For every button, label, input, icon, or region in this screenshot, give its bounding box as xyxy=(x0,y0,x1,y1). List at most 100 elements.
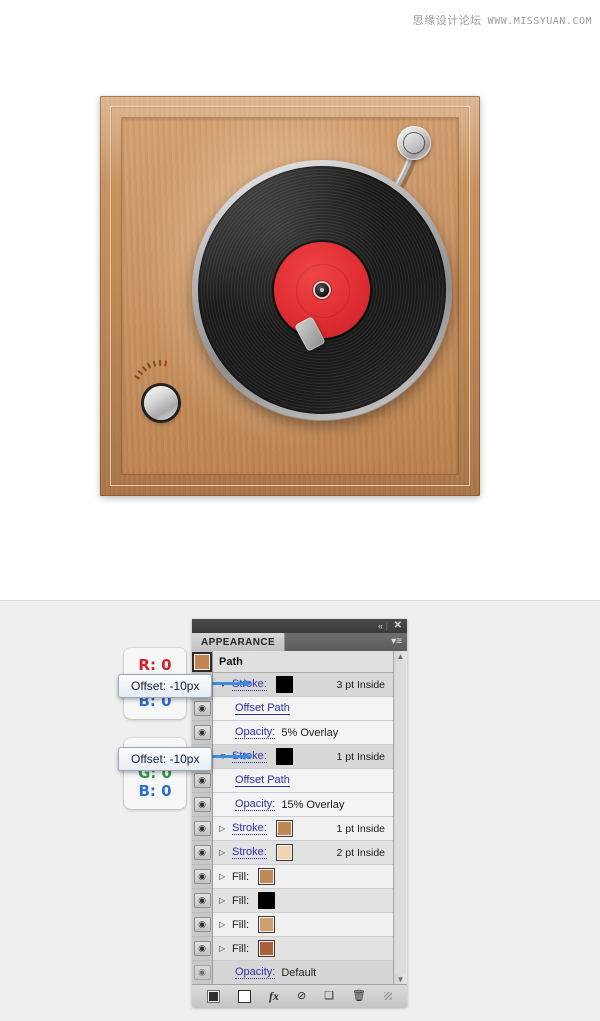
disclosure-closed-icon[interactable]: ▷ xyxy=(219,872,229,881)
appearance-row[interactable]: ▷ Stroke: 2 pt Inside xyxy=(213,841,393,866)
appearance-row-label[interactable]: Stroke: xyxy=(232,846,267,860)
visibility-toggle[interactable]: ◉ xyxy=(192,961,212,986)
appearance-row[interactable]: ▷ Fill: xyxy=(213,889,393,914)
close-icon[interactable]: ✕ xyxy=(394,620,402,631)
watermark-url: WWW.MISSYUAN.COM xyxy=(487,16,592,27)
appearance-row-inline-value: 15% Overlay xyxy=(281,798,345,811)
disclosure-closed-icon[interactable]: ▷ xyxy=(219,824,229,833)
visibility-toggle[interactable]: ◉ xyxy=(192,937,212,962)
appearance-row-label[interactable]: Offset Path xyxy=(235,774,290,788)
color-swatch[interactable] xyxy=(258,916,276,934)
appearance-row-label[interactable]: Fill: xyxy=(232,871,249,883)
panel-menu-icon[interactable]: ▾≡ xyxy=(391,636,402,647)
color-swatch[interactable] xyxy=(275,820,293,838)
eye-glyph: ◉ xyxy=(198,871,206,882)
panel-scrollbar[interactable]: ▲ ▼ xyxy=(393,651,407,985)
appearance-row-label[interactable]: Opacity: xyxy=(235,798,276,812)
appearance-row[interactable]: Opacity: 15% Overlay xyxy=(213,793,393,818)
appearance-target-row[interactable]: Path xyxy=(213,651,393,674)
duplicate-item-button[interactable]: ❑ xyxy=(324,990,334,1002)
fx-icon: fx xyxy=(268,989,279,1003)
visibility-toggle[interactable]: ◉ xyxy=(192,721,212,746)
appearance-row-label[interactable]: Fill: xyxy=(232,919,249,931)
turntable-inner-panel xyxy=(122,118,458,474)
visibility-toggle[interactable]: ◉ xyxy=(192,865,212,890)
appearance-row[interactable]: ▷ Fill: xyxy=(213,865,393,890)
eye-icon[interactable]: ◉ xyxy=(193,917,211,933)
appearance-row-label[interactable]: Fill: xyxy=(232,943,249,955)
eye-icon[interactable]: ◉ xyxy=(193,893,211,909)
disclosure-closed-icon[interactable]: ▷ xyxy=(219,944,229,953)
scroll-up-arrow[interactable]: ▲ xyxy=(396,652,405,661)
color-swatch[interactable] xyxy=(275,844,293,862)
eye-glyph: ◉ xyxy=(198,847,206,858)
appearance-row-value: 3 pt Inside xyxy=(336,678,385,691)
appearance-row-label[interactable]: Fill: xyxy=(232,895,249,907)
delete-item-button[interactable]: 🗑 xyxy=(352,990,366,1002)
appearance-row[interactable]: Offset Path xyxy=(213,769,393,794)
visibility-toggle[interactable]: ◉ xyxy=(192,793,212,818)
appearance-row[interactable]: ▷ Stroke: 1 pt Inside xyxy=(213,817,393,842)
visibility-toggle[interactable]: ◉ xyxy=(192,913,212,938)
eye-icon[interactable]: ◉ xyxy=(193,821,211,837)
visibility-toggle[interactable]: ◉ xyxy=(192,769,212,794)
add-new-stroke-button[interactable] xyxy=(206,989,220,1003)
panel-tab-row: APPEARANCE ▾≡ xyxy=(192,633,407,651)
eye-glyph: ◉ xyxy=(198,895,206,906)
color-swatch[interactable] xyxy=(258,940,276,958)
scroll-down-arrow[interactable]: ▼ xyxy=(396,975,405,984)
record-grooves xyxy=(198,166,446,414)
eye-icon[interactable]: ◉ xyxy=(193,941,211,957)
disclosure-closed-icon[interactable]: ▷ xyxy=(219,848,229,857)
appearance-rows: Path ▼Stroke:3 pt Inside Offset Path Opacit… xyxy=(213,651,393,986)
tab-appearance[interactable]: APPEARANCE xyxy=(192,633,286,651)
appearance-row-label[interactable]: Opacity: xyxy=(235,966,276,980)
eye-glyph: ◉ xyxy=(198,799,206,810)
rgb-b-value: B: 0 xyxy=(138,782,172,800)
scrollbar-track[interactable] xyxy=(395,662,406,974)
clear-appearance-button[interactable]: ⊘ xyxy=(297,990,306,1002)
disclosure-closed-icon[interactable]: ▷ xyxy=(219,920,229,929)
turntable-illustration xyxy=(100,96,480,496)
eye-icon[interactable]: ◉ xyxy=(193,725,211,741)
resize-grip-icon xyxy=(383,992,392,1000)
filled-square-icon xyxy=(206,989,220,1003)
visibility-toggle[interactable]: ◉ xyxy=(192,889,212,914)
resize-grip[interactable] xyxy=(383,992,392,1000)
disclosure-closed-icon[interactable]: ▷ xyxy=(219,896,229,905)
color-swatch[interactable] xyxy=(275,676,293,694)
eye-icon[interactable]: ◉ xyxy=(193,965,211,981)
color-swatch[interactable] xyxy=(258,868,276,886)
visibility-toggle[interactable]: ◉ xyxy=(192,697,212,722)
eye-icon[interactable]: ◉ xyxy=(193,701,211,717)
appearance-row[interactable]: Opacity: 5% Overlay xyxy=(213,721,393,746)
eye-icon[interactable]: ◉ xyxy=(193,845,211,861)
appearance-row-label[interactable]: Stroke: xyxy=(232,822,267,836)
appearance-row-inline-value: Default xyxy=(281,966,317,979)
watermark: 思缘设计论坛 WWW.MISSYUAN.COM xyxy=(413,12,592,28)
appearance-row[interactable]: ▼Stroke:3 pt Inside xyxy=(213,673,393,698)
appearance-row-label[interactable]: Opacity: xyxy=(235,726,276,740)
appearance-row[interactable]: Offset Path xyxy=(213,697,393,722)
panel-footer-toolbar: fx ⊘ ❑ 🗑 xyxy=(192,984,407,1007)
volume-knob-group xyxy=(134,359,210,428)
visibility-toggle[interactable]: ◉ xyxy=(192,817,212,842)
appearance-row[interactable]: ▷ Fill: xyxy=(213,913,393,938)
eye-glyph: ◉ xyxy=(198,823,206,834)
arrow-head-icon xyxy=(244,679,251,687)
color-swatch[interactable] xyxy=(275,748,293,766)
collapse-icon[interactable]: « xyxy=(378,621,383,631)
color-swatch[interactable] xyxy=(258,892,276,910)
add-effect-button[interactable]: fx xyxy=(269,990,279,1002)
appearance-row[interactable]: ▷ Fill: xyxy=(213,937,393,962)
rgb-r-value: R: 0 xyxy=(138,656,172,674)
add-new-fill-button[interactable] xyxy=(237,989,251,1003)
eye-glyph: ◉ xyxy=(198,967,206,978)
appearance-row-label[interactable]: Offset Path xyxy=(235,702,290,716)
visibility-toggle[interactable]: ◉ xyxy=(192,841,212,866)
path-thumbnail xyxy=(192,651,212,672)
appearance-row[interactable]: Opacity: Default xyxy=(213,961,393,986)
eye-icon[interactable]: ◉ xyxy=(193,869,211,885)
eye-icon[interactable]: ◉ xyxy=(193,773,211,789)
eye-icon[interactable]: ◉ xyxy=(193,797,211,813)
